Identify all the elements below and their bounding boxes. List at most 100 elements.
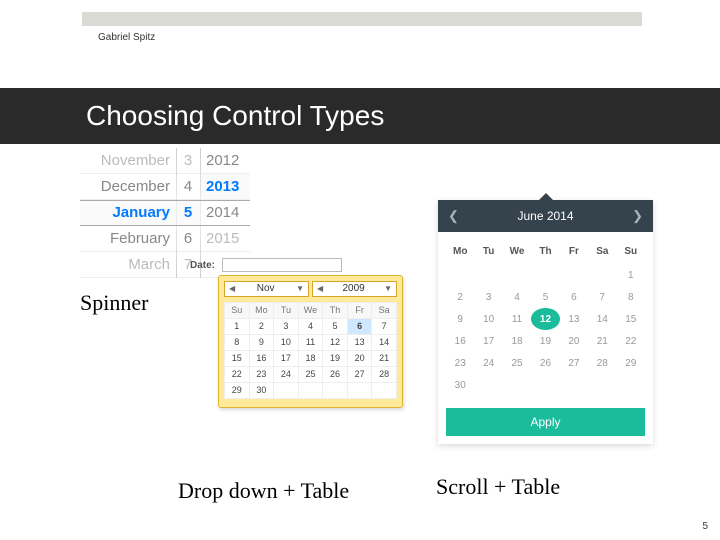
calendar-day[interactable]: 16 xyxy=(446,330,474,352)
spinner-cell[interactable]: 6 xyxy=(176,226,200,252)
calendar-day[interactable]: 19 xyxy=(531,330,559,352)
calendar-day[interactable]: 17 xyxy=(474,330,502,352)
calendar-day[interactable]: 2 xyxy=(446,286,474,308)
calendar-day[interactable]: 18 xyxy=(503,330,531,352)
calendar-day[interactable]: 8 xyxy=(617,286,645,308)
prev-month-button[interactable]: ❮ xyxy=(448,208,459,224)
month-value: Nov xyxy=(257,283,275,294)
calendar-day[interactable]: 13 xyxy=(347,334,372,350)
calendar-day[interactable]: 24 xyxy=(274,366,299,382)
calendar-day[interactable]: 19 xyxy=(323,350,348,366)
calendar-day[interactable]: 30 xyxy=(446,374,474,396)
calendar-day[interactable]: 23 xyxy=(446,352,474,374)
calendar-day[interactable]: 28 xyxy=(372,366,397,382)
spinner-cell[interactable]: February xyxy=(80,226,176,252)
calendar-day[interactable]: 4 xyxy=(298,318,323,334)
spinner-cell[interactable]: January xyxy=(80,200,176,226)
calendar-day[interactable]: 6 xyxy=(347,318,372,334)
date-text-input[interactable] xyxy=(222,258,342,272)
calendar-day[interactable]: 3 xyxy=(474,286,502,308)
calendar-day[interactable]: 17 xyxy=(274,350,299,366)
calendar-day[interactable]: 20 xyxy=(347,350,372,366)
calendar-day[interactable]: 7 xyxy=(372,318,397,334)
weekday-header: Mo xyxy=(446,242,474,264)
calendar-day xyxy=(560,374,588,396)
chevron-down-icon[interactable]: ▼ xyxy=(296,284,304,293)
calendar-day[interactable]: 12 xyxy=(531,308,559,330)
spinner-cell[interactable]: 2014 xyxy=(200,200,250,226)
calendar-day[interactable]: 26 xyxy=(323,366,348,382)
chevron-down-icon[interactable]: ▼ xyxy=(384,284,392,293)
calendar-day[interactable]: 15 xyxy=(225,350,250,366)
calendar-day[interactable]: 23 xyxy=(249,366,274,382)
calendar-day[interactable]: 14 xyxy=(372,334,397,350)
calendar-day[interactable]: 24 xyxy=(474,352,502,374)
calendar-day[interactable]: 22 xyxy=(225,366,250,382)
calendar-day[interactable]: 1 xyxy=(225,318,250,334)
calendar-day[interactable]: 22 xyxy=(617,330,645,352)
chevron-left-icon[interactable]: ◀ xyxy=(317,284,323,293)
calendar-day xyxy=(588,374,616,396)
weekday-header: Th xyxy=(323,302,348,318)
calendar-day xyxy=(531,264,559,286)
calendar-day[interactable]: 16 xyxy=(249,350,274,366)
calendar-day[interactable]: 28 xyxy=(588,352,616,374)
calendar-day[interactable]: 26 xyxy=(531,352,559,374)
calendar-day[interactable]: 18 xyxy=(298,350,323,366)
calendar-day[interactable]: 20 xyxy=(560,330,588,352)
weekday-header: Tu xyxy=(474,242,502,264)
calendar-day[interactable]: 21 xyxy=(372,350,397,366)
calendar-day xyxy=(503,374,531,396)
calendar-day[interactable]: 29 xyxy=(617,352,645,374)
calendar-day[interactable]: 4 xyxy=(503,286,531,308)
spinner-cell[interactable]: December xyxy=(80,174,176,200)
chevron-left-icon[interactable]: ◀ xyxy=(229,284,235,293)
calendar-day[interactable]: 27 xyxy=(560,352,588,374)
calendar-day[interactable]: 14 xyxy=(588,308,616,330)
calendar-day[interactable]: 9 xyxy=(249,334,274,350)
month-dropdown[interactable]: ◀ Nov ▼ xyxy=(224,281,309,297)
calendar-day xyxy=(298,382,323,398)
calendar-day[interactable]: 5 xyxy=(531,286,559,308)
calendar-day[interactable]: 7 xyxy=(588,286,616,308)
calendar-day[interactable]: 2 xyxy=(249,318,274,334)
calendar-day[interactable]: 12 xyxy=(323,334,348,350)
apply-button[interactable]: Apply xyxy=(446,408,645,436)
spinner-cell[interactable]: 4 xyxy=(176,174,200,200)
calendar-day[interactable]: 11 xyxy=(298,334,323,350)
spinner-cell[interactable]: 5 xyxy=(176,200,200,226)
calendar-day[interactable]: 11 xyxy=(503,308,531,330)
calendar-day[interactable]: 25 xyxy=(298,366,323,382)
calendar-day[interactable]: 1 xyxy=(617,264,645,286)
calendar-day[interactable]: 30 xyxy=(249,382,274,398)
calendar-day[interactable]: 15 xyxy=(617,308,645,330)
calendar-day xyxy=(274,382,299,398)
calendar-day[interactable]: 8 xyxy=(225,334,250,350)
spinner-cell[interactable]: November xyxy=(80,148,176,174)
year-dropdown[interactable]: ◀ 2009 ▼ xyxy=(312,281,397,297)
calendar-day[interactable]: 21 xyxy=(588,330,616,352)
weekday-header: Sa xyxy=(588,242,616,264)
weekday-header: We xyxy=(298,302,323,318)
calendar-day[interactable]: 29 xyxy=(225,382,250,398)
calendar-day[interactable]: 6 xyxy=(560,286,588,308)
calendar-day[interactable]: 10 xyxy=(274,334,299,350)
spinner-cell[interactable]: 2015 xyxy=(200,226,250,252)
spinner-cell[interactable]: 2012 xyxy=(200,148,250,174)
calendar-day[interactable]: 10 xyxy=(474,308,502,330)
calendar-day[interactable]: 25 xyxy=(503,352,531,374)
calendar-day[interactable]: 27 xyxy=(347,366,372,382)
spinner-cell[interactable]: 2013 xyxy=(200,174,250,200)
calendar-day[interactable]: 9 xyxy=(446,308,474,330)
calendar-day[interactable]: 5 xyxy=(323,318,348,334)
decorative-top-strip xyxy=(82,12,642,26)
title-bar: Choosing Control Types xyxy=(0,88,720,144)
next-month-button[interactable]: ❯ xyxy=(632,208,643,224)
spinner-cell[interactable]: March xyxy=(80,252,176,278)
calendar-day[interactable]: 13 xyxy=(560,308,588,330)
weekday-header: Su xyxy=(225,302,250,318)
popover-caret-icon xyxy=(539,193,553,200)
date-field-label: Date: xyxy=(190,260,215,271)
spinner-cell[interactable]: 3 xyxy=(176,148,200,174)
calendar-day[interactable]: 3 xyxy=(274,318,299,334)
